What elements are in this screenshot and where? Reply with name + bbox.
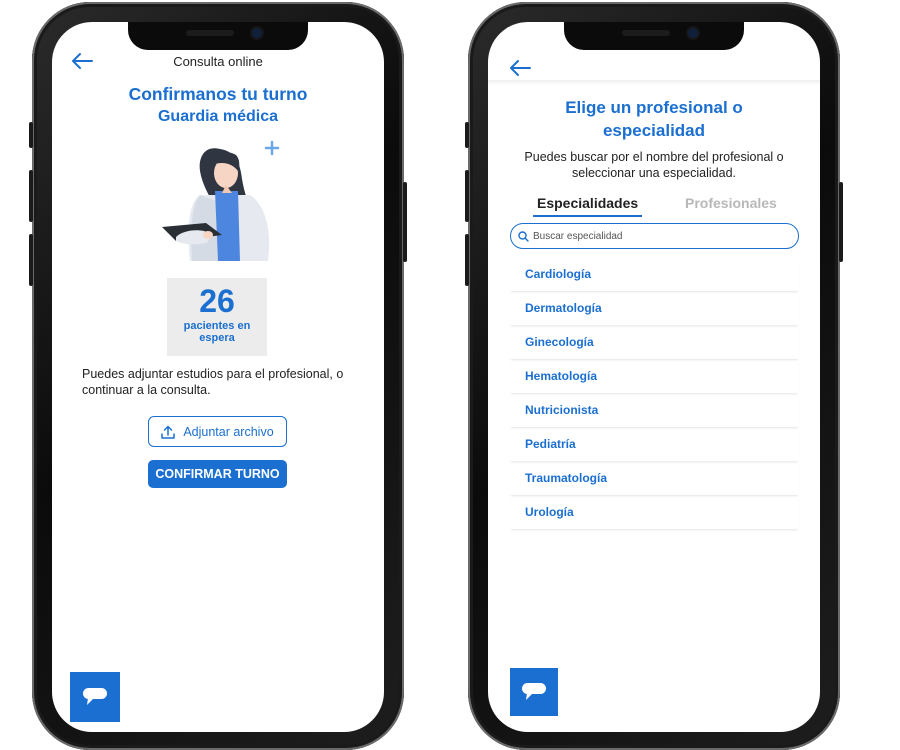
search-input[interactable] <box>533 230 783 242</box>
specialty-item-dermatologia[interactable]: Dermatología <box>510 291 799 325</box>
specialty-list: Cardiología Dermatología Ginecología Hem… <box>510 257 799 529</box>
specialty-item-urologia[interactable]: Urología <box>510 495 799 529</box>
tab-label: Profesionales <box>685 195 777 211</box>
waiting-label: pacientes en espera <box>183 320 251 344</box>
patients-waiting-badge: 26 pacientes en espera <box>167 278 267 356</box>
volume-down-button <box>465 234 469 286</box>
chat-bubble-icon <box>522 683 546 700</box>
page-title: Elige un profesional o especialidad <box>565 98 743 140</box>
attach-info-text: Puedes adjuntar estudios para el profesi… <box>82 367 344 397</box>
specialty-item-hematologia[interactable]: Hematología <box>510 359 799 393</box>
specialty-item-nutricionista[interactable]: Nutricionista <box>510 393 799 427</box>
tab-label: Especialidades <box>537 195 639 211</box>
volume-up-button <box>29 170 33 222</box>
mute-switch <box>29 122 33 148</box>
front-camera <box>688 28 698 38</box>
specialty-item-pediatria[interactable]: Pediatría <box>510 427 799 461</box>
active-tab-indicator <box>533 215 643 217</box>
screen-confirm-appointment: Consulta online Confirmanos tu turno Gua… <box>52 22 384 732</box>
arrow-left-icon <box>510 60 531 76</box>
tab-profesionales[interactable]: Profesionales <box>685 195 777 211</box>
page-subtitle: Guardia médica <box>157 108 279 125</box>
search-icon <box>518 230 529 242</box>
power-button <box>839 182 843 262</box>
upload-icon <box>161 425 176 439</box>
confirm-appointment-button[interactable]: CONFIRMAR TURNO <box>148 460 287 488</box>
phone-frame-left: Consulta online Confirmanos tu turno Gua… <box>29 2 407 750</box>
attach-file-label: Adjuntar archivo <box>183 424 274 439</box>
header-title: Consulta online <box>173 54 263 69</box>
search-bar[interactable] <box>510 223 799 249</box>
volume-down-button <box>29 234 33 286</box>
page-description: Puedes buscar por el nombre del profesio… <box>524 150 784 180</box>
chat-bubble-icon <box>83 688 107 705</box>
back-button[interactable] <box>508 58 532 78</box>
waiting-count: 26 <box>199 283 235 319</box>
specialty-item-traumatologia[interactable]: Traumatología <box>510 461 799 495</box>
attach-file-button[interactable]: Adjuntar archivo <box>148 416 287 447</box>
specialty-item-cardiologia[interactable]: Cardiología <box>510 257 799 291</box>
header-divider <box>488 80 820 85</box>
front-camera <box>252 28 262 38</box>
chat-button[interactable] <box>510 668 558 716</box>
mute-switch <box>465 122 469 148</box>
chat-button[interactable] <box>70 672 120 722</box>
notch <box>564 22 744 50</box>
power-button <box>403 182 407 262</box>
specialty-item-ginecologia[interactable]: Ginecología <box>510 325 799 359</box>
page-title: Confirmanos tu turno <box>128 84 308 104</box>
doctor-illustration <box>162 140 280 261</box>
notch <box>128 22 308 50</box>
plus-icon <box>264 140 280 156</box>
volume-up-button <box>465 170 469 222</box>
screen-choose-specialty: Elige un profesional o especialidad Pued… <box>488 22 820 732</box>
tab-especialidades[interactable]: Especialidades <box>533 195 643 217</box>
phone-frame-right: Elige un profesional o especialidad Pued… <box>465 2 843 750</box>
